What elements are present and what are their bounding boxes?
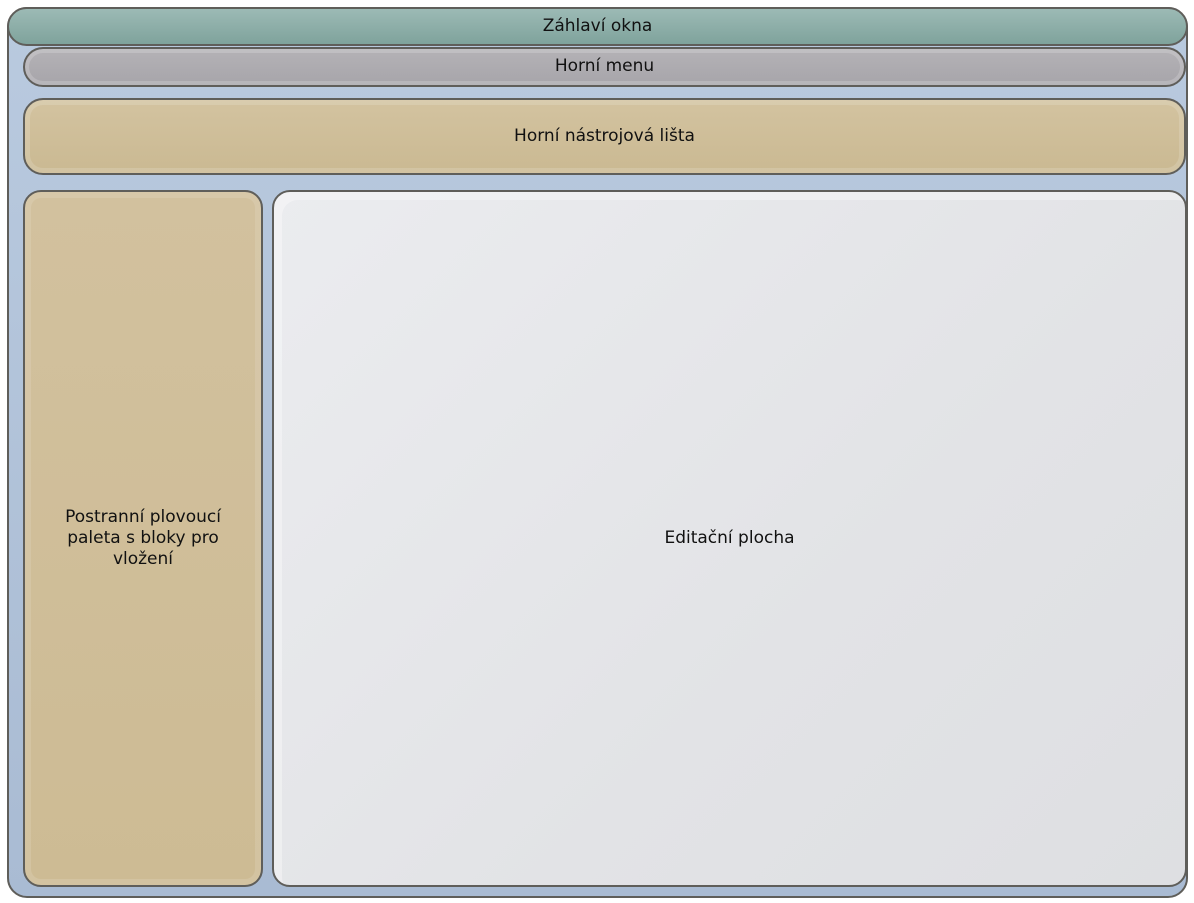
top-menu[interactable]: Horní menu: [23, 47, 1186, 87]
editing-area[interactable]: Editační plocha: [272, 190, 1187, 887]
editing-area-label: Editační plocha: [664, 527, 795, 548]
window-title: Záhlaví okna: [542, 15, 653, 36]
top-toolbar-label: Horní nástrojová lišta: [514, 125, 695, 146]
window-title-bar: Záhlaví okna: [7, 7, 1188, 46]
top-toolbar[interactable]: Horní nástrojová lišta: [23, 98, 1186, 175]
top-menu-label: Horní menu: [554, 56, 655, 77]
side-palette[interactable]: Postranní plovoucí paleta s bloky pro vl…: [23, 190, 263, 887]
side-palette-label: Postranní plovoucí paleta s bloky pro vl…: [65, 506, 221, 570]
